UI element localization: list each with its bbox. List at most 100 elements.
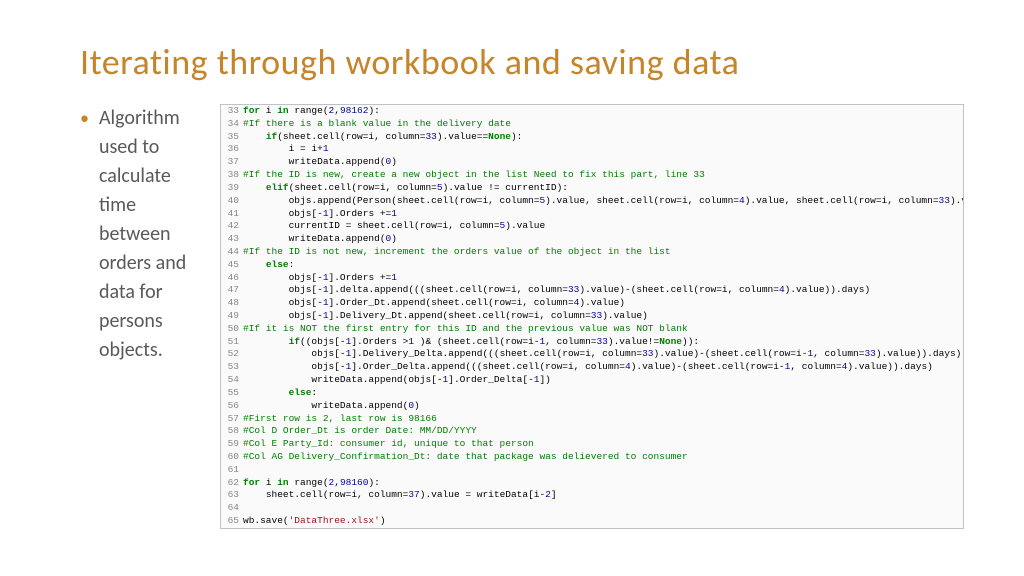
code-line: 61 (221, 464, 963, 477)
line-number: 36 (221, 143, 243, 156)
line-number: 61 (221, 464, 243, 477)
code-line: 60#Col AG Delivery_Confirmation_Dt: date… (221, 451, 963, 464)
code-line: 54 writeData.append(objs[-1].Order_Delta… (221, 374, 963, 387)
line-number: 58 (221, 425, 243, 438)
code-content: writeData.append(objs[-1].Order_Delta[-1… (243, 374, 963, 387)
code-line: 49 objs[-1].Delivery_Dt.append(sheet.cel… (221, 310, 963, 323)
line-number: 46 (221, 272, 243, 285)
line-number: 37 (221, 156, 243, 169)
line-number: 56 (221, 400, 243, 413)
code-line: 50#If it is NOT the first entry for this… (221, 323, 963, 336)
line-number: 42 (221, 220, 243, 233)
code-content: if(sheet.cell(row=i, column=33).value==N… (243, 131, 963, 144)
line-number: 50 (221, 323, 243, 336)
line-number: 45 (221, 259, 243, 272)
code-content: objs[-1].Order_Dt.append(sheet.cell(row=… (243, 297, 963, 310)
line-number: 51 (221, 336, 243, 349)
code-line: 57#First row is 2, last row is 98166 (221, 413, 963, 426)
code-content: objs[-1].Delivery_Delta.append(((sheet.c… (243, 348, 963, 361)
line-number: 44 (221, 246, 243, 259)
code-content: writeData.append(0) (243, 156, 963, 169)
line-number: 54 (221, 374, 243, 387)
line-number: 33 (221, 105, 243, 118)
code-content (243, 502, 963, 515)
code-content: elif(sheet.cell(row=i, column=5).value !… (243, 182, 963, 195)
code-line: 36 i = i+1 (221, 143, 963, 156)
code-content: #Col D Order_Dt is order Date: MM/DD/YYY… (243, 425, 963, 438)
line-number: 52 (221, 348, 243, 361)
code-line: 44#If the ID is not new, increment the o… (221, 246, 963, 259)
slide-title: Iterating through workbook and saving da… (80, 40, 964, 84)
line-number: 59 (221, 438, 243, 451)
code-content: objs[-1].delta.append(((sheet.cell(row=i… (243, 284, 963, 297)
code-line: 33for i in range(2,98162): (221, 105, 963, 118)
code-content: objs[-1].Orders +=1 (243, 272, 963, 285)
code-line: 51 if((objs[-1].Orders >1 )& (sheet.cell… (221, 336, 963, 349)
content-row: • Algorithm used to calculate time betwe… (80, 104, 964, 529)
code-line: 45 else: (221, 259, 963, 272)
code-content: sheet.cell(row=i, column=37).value = wri… (243, 489, 963, 502)
code-content: currentID = sheet.cell(row=i, column=5).… (243, 220, 963, 233)
code-content: wb.save('DataThree.xlsx') (243, 515, 963, 528)
code-line: 41 objs[-1].Orders +=1 (221, 208, 963, 221)
code-line: 39 elif(sheet.cell(row=i, column=5).valu… (221, 182, 963, 195)
code-line: 42 currentID = sheet.cell(row=i, column=… (221, 220, 963, 233)
code-line: 63 sheet.cell(row=i, column=37).value = … (221, 489, 963, 502)
code-line: 37 writeData.append(0) (221, 156, 963, 169)
code-line: 47 objs[-1].delta.append(((sheet.cell(ro… (221, 284, 963, 297)
code-line: 53 objs[-1].Order_Delta.append(((sheet.c… (221, 361, 963, 374)
code-line: 65wb.save('DataThree.xlsx') (221, 515, 963, 528)
line-number: 38 (221, 169, 243, 182)
line-number: 49 (221, 310, 243, 323)
line-number: 43 (221, 233, 243, 246)
line-number: 41 (221, 208, 243, 221)
code-content (243, 464, 963, 477)
slide: Iterating through workbook and saving da… (0, 0, 1024, 559)
code-content: objs[-1].Orders +=1 (243, 208, 963, 221)
bullet-text: Algorithm used to calculate time between… (99, 104, 200, 365)
code-content: objs[-1].Order_Delta.append(((sheet.cell… (243, 361, 963, 374)
line-number: 53 (221, 361, 243, 374)
line-number: 57 (221, 413, 243, 426)
code-content: #Col AG Delivery_Confirmation_Dt: date t… (243, 451, 963, 464)
code-line: 35 if(sheet.cell(row=i, column=33).value… (221, 131, 963, 144)
line-number: 64 (221, 502, 243, 515)
line-number: 39 (221, 182, 243, 195)
line-number: 34 (221, 118, 243, 131)
code-content: else: (243, 387, 963, 400)
code-content: writeData.append(0) (243, 400, 963, 413)
code-line: 59#Col E Party_Id: consumer id, unique t… (221, 438, 963, 451)
bullet-item: • Algorithm used to calculate time betwe… (80, 104, 200, 365)
line-number: 40 (221, 195, 243, 208)
bullet-dot-icon: • (80, 104, 89, 132)
line-number: 35 (221, 131, 243, 144)
code-content: #If the ID is not new, increment the ord… (243, 246, 963, 259)
code-content: #If the ID is new, create a new object i… (243, 169, 963, 182)
code-line: 62for i in range(2,98160): (221, 477, 963, 490)
code-content: i = i+1 (243, 143, 963, 156)
line-number: 62 (221, 477, 243, 490)
code-line: 58#Col D Order_Dt is order Date: MM/DD/Y… (221, 425, 963, 438)
code-block: 33for i in range(2,98162):34#If there is… (220, 104, 964, 529)
code-content: if((objs[-1].Orders >1 )& (sheet.cell(ro… (243, 336, 963, 349)
code-line: 46 objs[-1].Orders +=1 (221, 272, 963, 285)
code-content: #If it is NOT the first entry for this I… (243, 323, 963, 336)
code-line: 34#If there is a blank value in the deli… (221, 118, 963, 131)
line-number: 48 (221, 297, 243, 310)
code-line: 55 else: (221, 387, 963, 400)
code-line: 64 (221, 502, 963, 515)
code-line: 38#If the ID is new, create a new object… (221, 169, 963, 182)
code-line: 56 writeData.append(0) (221, 400, 963, 413)
code-content: for i in range(2,98160): (243, 477, 963, 490)
code-content: for i in range(2,98162): (243, 105, 963, 118)
line-number: 65 (221, 515, 243, 528)
code-content: objs[-1].Delivery_Dt.append(sheet.cell(r… (243, 310, 963, 323)
code-content: writeData.append(0) (243, 233, 963, 246)
line-number: 47 (221, 284, 243, 297)
code-line: 48 objs[-1].Order_Dt.append(sheet.cell(r… (221, 297, 963, 310)
line-number: 60 (221, 451, 243, 464)
line-number: 55 (221, 387, 243, 400)
code-content: #Col E Party_Id: consumer id, unique to … (243, 438, 963, 451)
code-content: #If there is a blank value in the delive… (243, 118, 963, 131)
code-line: 43 writeData.append(0) (221, 233, 963, 246)
